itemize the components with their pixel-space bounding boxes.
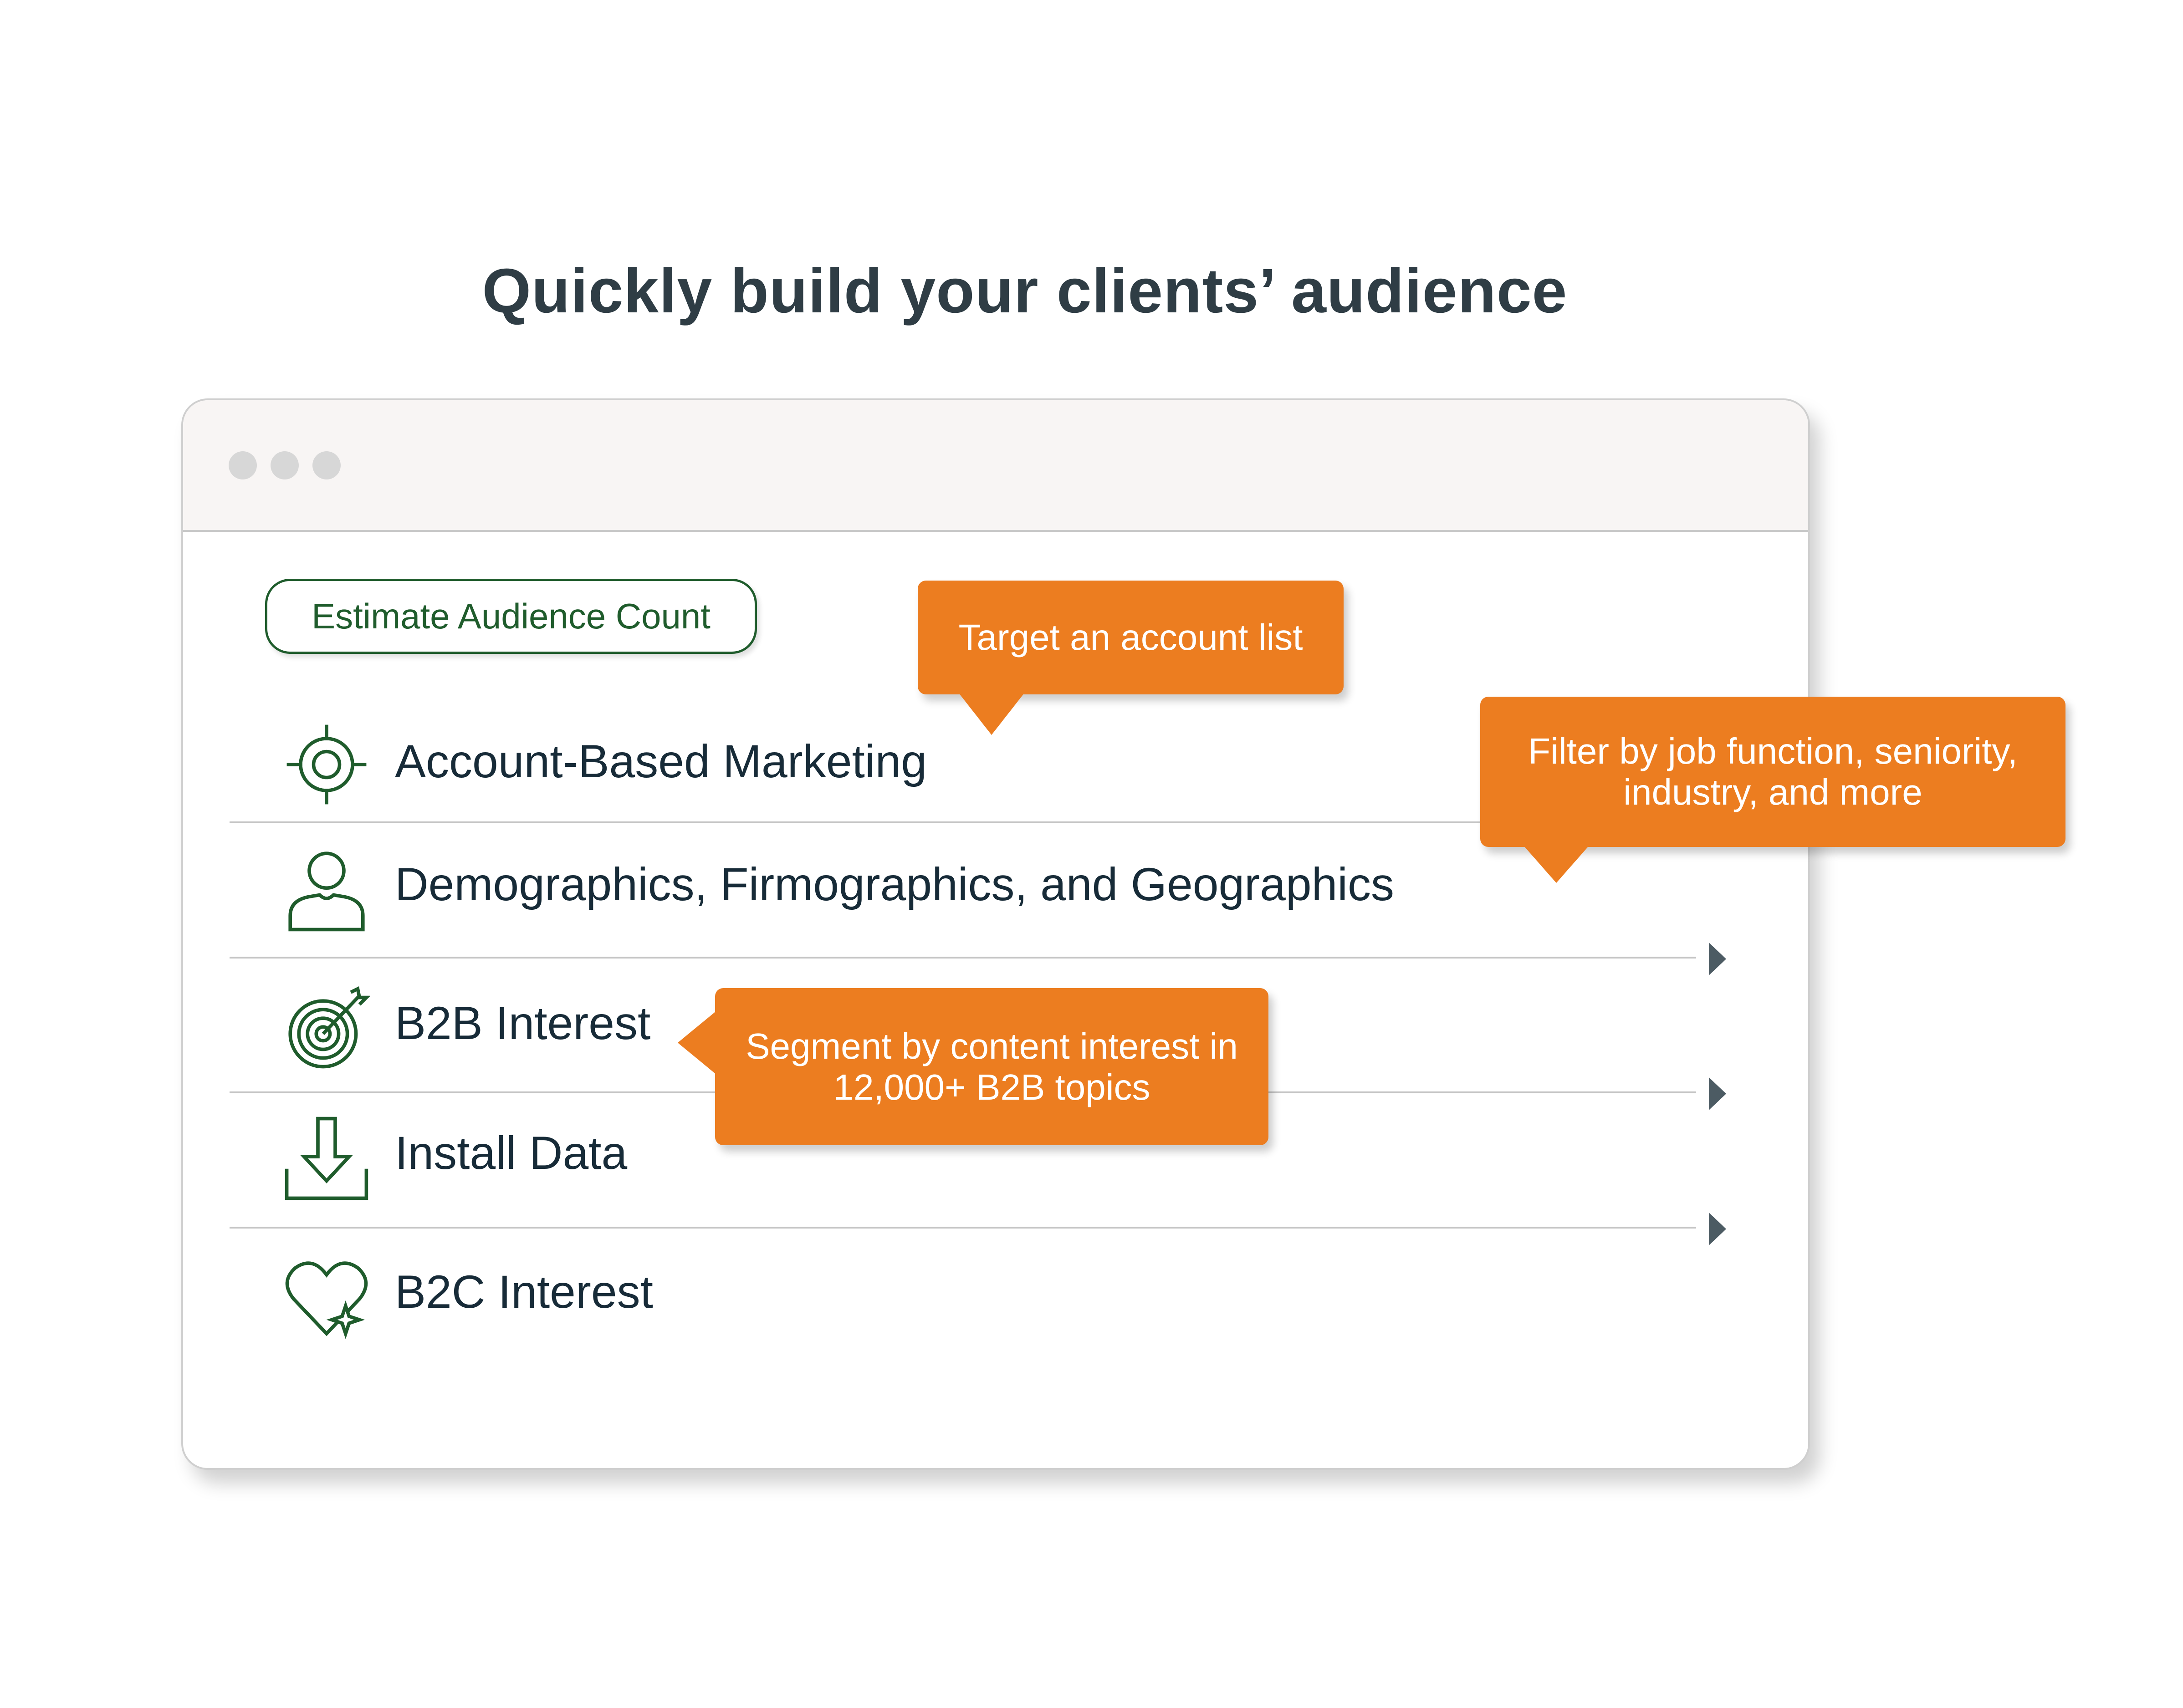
chevron-right-icon[interactable] <box>1709 1077 1726 1110</box>
window-dot-2[interactable] <box>271 451 299 479</box>
row-label-b2c-interest: B2C Interest <box>395 1266 653 1318</box>
chevron-right-icon[interactable] <box>1709 1213 1726 1245</box>
crosshair-target-icon <box>283 721 370 808</box>
heart-sparkle-icon <box>283 1254 370 1341</box>
bullseye-arrow-icon <box>283 985 371 1072</box>
callout-tail <box>678 1011 716 1075</box>
row-divider <box>230 821 1596 823</box>
page-title: Quickly build your clients’ audience <box>482 256 1568 326</box>
window-dot-1[interactable] <box>229 451 257 479</box>
person-icon <box>283 846 370 933</box>
window-dot-3[interactable] <box>312 451 341 479</box>
estimate-audience-count-button[interactable]: Estimate Audience Count <box>265 579 757 654</box>
callout-tail <box>1523 846 1589 883</box>
row-label-demographics: Demographics, Firmographics, and Geograp… <box>395 858 1394 910</box>
callout-tail <box>959 693 1024 735</box>
row-divider <box>230 1227 1696 1229</box>
window-titlebar <box>183 400 1808 532</box>
row-label-install-data: Install Data <box>395 1127 628 1179</box>
download-tray-icon <box>283 1115 370 1202</box>
chevron-right-icon[interactable] <box>1709 943 1726 975</box>
row-label-b2b-interest: B2B Interest <box>395 997 651 1049</box>
row-label-account-based-marketing: Account-Based Marketing <box>395 735 927 787</box>
app-window: Estimate Audience Count Account-Based Ma… <box>181 398 1810 1470</box>
row-divider <box>230 957 1696 959</box>
